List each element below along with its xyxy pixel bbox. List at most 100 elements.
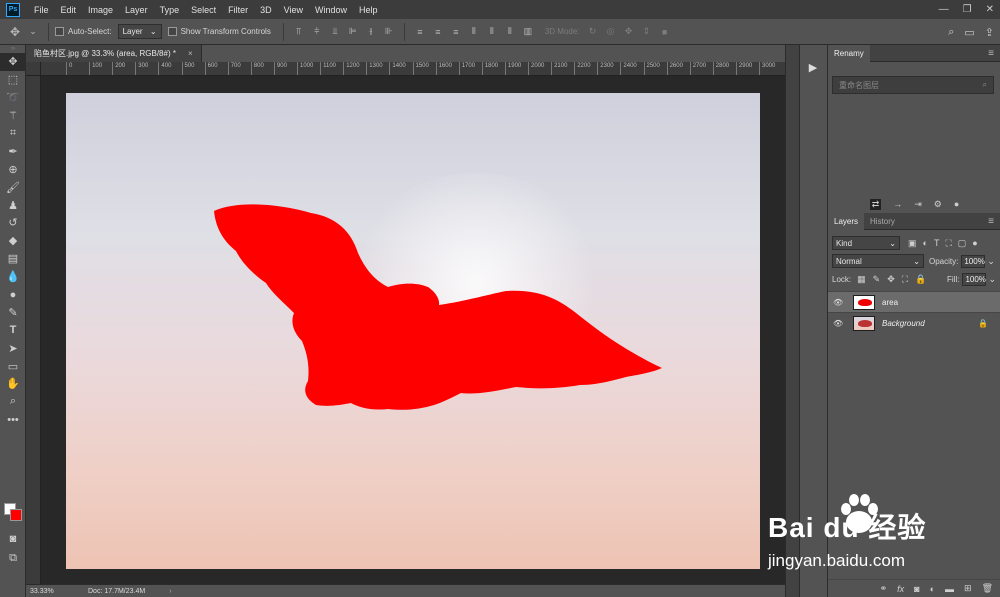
lock-transparent-icon[interactable]: ▦	[857, 274, 866, 285]
align-horizontal-center-icon[interactable]: ⫲	[366, 26, 376, 37]
show-transform-checkbox[interactable]	[167, 27, 177, 36]
3d-scale-icon[interactable]: ■	[660, 27, 670, 37]
panel-menu-icon[interactable]: ≡	[988, 48, 994, 59]
pen-tool-icon[interactable]: ✎	[0, 303, 26, 321]
chevron-down-icon[interactable]: ⌄	[988, 274, 996, 285]
menu-select[interactable]: Select	[185, 0, 222, 19]
menu-window[interactable]: Window	[309, 0, 353, 19]
align-bottom-icon[interactable]: ⫫	[330, 26, 340, 37]
distribute-vcenter-icon[interactable]: ≡	[433, 27, 443, 37]
marquee-tool-icon[interactable]: ⬚	[0, 71, 26, 89]
add-mask-icon[interactable]: ◙	[914, 584, 919, 594]
lasso-tool-icon[interactable]: ➰	[0, 89, 26, 107]
search-icon[interactable]: ⌕	[948, 26, 954, 39]
close-icon[interactable]: ✕	[986, 4, 994, 15]
export-icon[interactable]: ⇥	[914, 199, 922, 210]
panel-menu-icon[interactable]: ≡	[988, 216, 994, 227]
menu-3d[interactable]: 3D	[254, 0, 278, 19]
distribute-hcenter-icon[interactable]: ⦀	[487, 26, 497, 37]
fill-field[interactable]: 100%	[962, 272, 987, 286]
dodge-tool-icon[interactable]: ●	[0, 286, 26, 304]
quick-mask-icon[interactable]: ◙	[0, 530, 26, 548]
new-group-icon[interactable]: ▬	[945, 584, 954, 594]
hand-tool-icon[interactable]: ✋	[0, 375, 26, 393]
move-tool-icon[interactable]: ✥	[0, 53, 26, 71]
tab-renamy[interactable]: Renamy	[828, 44, 870, 62]
zoom-tool-icon[interactable]: ⌕	[0, 393, 26, 411]
menu-view[interactable]: View	[278, 0, 309, 19]
restore-icon[interactable]: ❐	[963, 4, 972, 15]
layer-name[interactable]: area	[882, 298, 898, 307]
blur-tool-icon[interactable]: 💧	[0, 268, 26, 286]
align-top-icon[interactable]: ⫪	[294, 26, 304, 37]
workspace-icon[interactable]: ▭	[964, 26, 974, 39]
menu-help[interactable]: Help	[353, 0, 384, 19]
close-icon[interactable]: ×	[188, 49, 193, 58]
3d-slide-icon[interactable]: ⇕	[642, 26, 652, 37]
horizontal-ruler[interactable]: 0 100 200 300 400 500 600 700 800 900 1000 1100 1200…	[41, 62, 785, 76]
magic-wand-tool-icon[interactable]: ⚚	[0, 107, 26, 125]
auto-select-target-dropdown[interactable]: Layer ⌄	[117, 24, 162, 39]
auto-select-checkbox[interactable]	[55, 27, 64, 36]
renamy-search-input[interactable]: 重命名图层 ⌕	[832, 76, 994, 94]
kind-filter-dropdown[interactable]: Kind ⌄	[832, 236, 900, 250]
visibility-eye-icon[interactable]: 👁	[833, 298, 845, 307]
auto-align-icon[interactable]: ▥	[523, 26, 533, 37]
lock-position-icon[interactable]: ✥	[887, 274, 895, 285]
layer-row-background[interactable]: 👁 Background 🔒	[828, 312, 1000, 333]
rename-icon[interactable]: ⇄	[869, 198, 882, 210]
vertical-ruler[interactable]	[26, 76, 41, 584]
fx-icon[interactable]: fx	[897, 584, 904, 594]
layer-thumbnail[interactable]	[853, 315, 875, 331]
type-tool-icon[interactable]: T	[0, 321, 26, 339]
lock-pixels-icon[interactable]: ✎	[873, 274, 881, 285]
layer-row-area[interactable]: 👁 area	[828, 291, 1000, 312]
eyedropper-tool-icon[interactable]: ✒	[0, 142, 26, 160]
menu-image[interactable]: Image	[82, 0, 119, 19]
distribute-left-icon[interactable]: ⦀	[469, 26, 479, 37]
chevron-down-icon[interactable]: ⌄	[987, 256, 995, 267]
status-menu-arrow-icon[interactable]: ›	[169, 588, 171, 595]
history-brush-tool-icon[interactable]: ↺	[0, 214, 26, 232]
document-canvas-area[interactable]: 0 100 200 300 400 500 600 700 800 900 1000 1100 1200…	[26, 62, 785, 584]
info-icon[interactable]: ●	[954, 199, 959, 209]
menu-filter[interactable]: Filter	[222, 0, 254, 19]
align-left-icon[interactable]: ⊫	[348, 26, 358, 37]
adjustment-filter-icon[interactable]: ◐	[923, 238, 928, 249]
brush-tool-icon[interactable]: 🖌	[0, 178, 26, 196]
menu-type[interactable]: Type	[154, 0, 186, 19]
3d-roll-icon[interactable]: ◎	[606, 26, 616, 37]
minimize-icon[interactable]: —	[939, 4, 949, 15]
tab-history[interactable]: History	[864, 213, 901, 230]
healing-brush-tool-icon[interactable]: ⊕	[0, 160, 26, 178]
menu-layer[interactable]: Layer	[119, 0, 154, 19]
delete-layer-icon[interactable]: 🗑	[982, 583, 993, 594]
opacity-field[interactable]: 100%	[961, 254, 986, 268]
play-icon[interactable]: ▶	[806, 60, 820, 74]
background-color-swatch[interactable]	[10, 509, 22, 521]
menu-file[interactable]: File	[28, 0, 55, 19]
rectangle-tool-icon[interactable]: ▭	[0, 357, 26, 375]
blend-mode-dropdown[interactable]: Normal ⌄	[832, 254, 924, 268]
pixel-filter-icon[interactable]: ▣	[908, 238, 917, 249]
document-tab[interactable]: 陷鱼村区.jpg @ 33.3% (area, RGB/8#) * ×	[26, 45, 202, 62]
distribute-bottom-icon[interactable]: ≡	[451, 27, 461, 37]
adjustment-layer-icon[interactable]: ◐	[930, 584, 935, 594]
crop-tool-icon[interactable]: ⌗	[0, 125, 26, 143]
link-layers-icon[interactable]: ⚭	[880, 583, 888, 594]
more-tools-icon[interactable]: •••	[0, 411, 26, 429]
type-filter-icon[interactable]: T	[934, 238, 940, 249]
smart-object-filter-icon[interactable]: ▢	[958, 238, 967, 249]
3d-drag-icon[interactable]: ✥	[624, 26, 634, 37]
lock-artboard-icon[interactable]: ⛶	[902, 274, 908, 285]
filter-toggle-icon[interactable]: ●	[972, 238, 977, 249]
clone-stamp-tool-icon[interactable]: ♟	[0, 196, 26, 214]
move-tool-icon[interactable]: ✥	[10, 25, 20, 39]
gear-icon[interactable]: ⚙	[934, 199, 942, 210]
distribute-top-icon[interactable]: ≡	[415, 27, 425, 37]
path-selection-tool-icon[interactable]: ➤	[0, 339, 26, 357]
screen-mode-icon[interactable]: ⧉	[0, 550, 26, 568]
arrow-right-icon[interactable]: →	[893, 199, 902, 209]
new-layer-icon[interactable]: ⊞	[964, 583, 972, 594]
shape-filter-icon[interactable]: ⛶	[945, 238, 951, 249]
